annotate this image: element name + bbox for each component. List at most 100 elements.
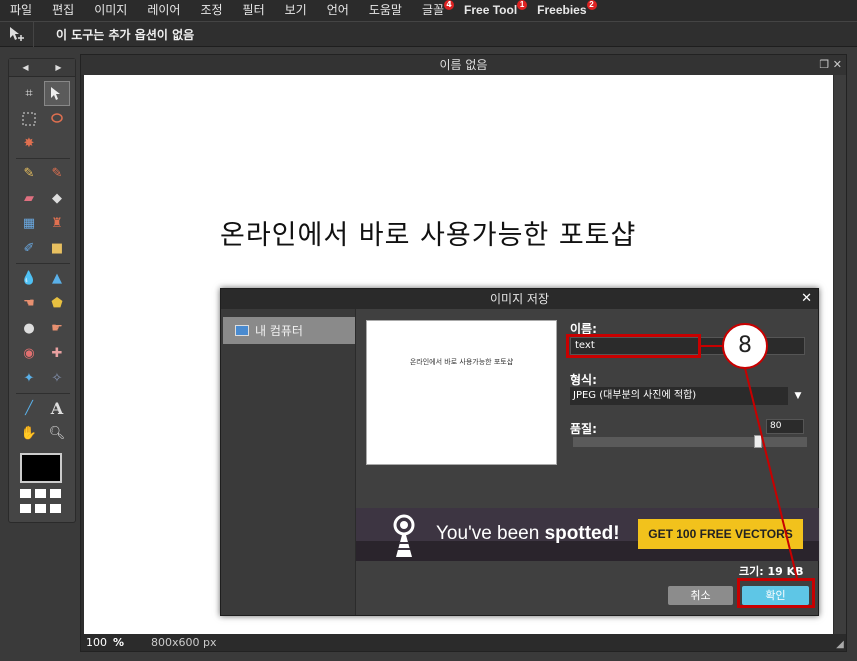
hand-tool-icon[interactable]: ✋ — [16, 421, 42, 446]
dialog-title: 이미지 저장 — [489, 292, 549, 306]
burn-icon[interactable]: ☛ — [44, 316, 70, 341]
type-tool-icon[interactable]: A — [44, 396, 70, 421]
sharpen-icon[interactable]: ▲ — [44, 266, 70, 291]
chevron-down-icon[interactable]: ▼ — [791, 387, 805, 405]
menu-file[interactable]: 파일 — [0, 0, 42, 21]
annotation-highlight-name — [566, 334, 701, 358]
menu-bar: 파일 편집 이미지 레이어 조정 필터 보기 언어 도움말 글꼴 4 Free T… — [0, 0, 857, 21]
grid-view-icon[interactable] — [20, 489, 62, 515]
menu-adjust[interactable]: 조정 — [190, 0, 232, 21]
document-title: 이름 없음 — [439, 58, 488, 72]
move-tool-icon — [0, 21, 34, 47]
ad-cta-button[interactable]: GET 100 FREE VECTORS — [638, 519, 803, 549]
menu-language[interactable]: 언어 — [317, 0, 359, 21]
clone-stamp-icon[interactable]: ♜ — [44, 211, 70, 236]
move-tool-icon[interactable] — [44, 81, 70, 106]
eraser-icon[interactable]: ▰ — [16, 186, 42, 211]
canvas-text-layer: 온라인에서 바로 사용가능한 포토샵 — [220, 220, 637, 251]
ad-banner[interactable]: You've been spotted! GET 100 FREE VECTOR… — [356, 508, 819, 561]
spotted-logo-icon — [393, 514, 415, 557]
close-icon[interactable]: ✕ — [801, 289, 812, 309]
quality-input[interactable]: 80 — [766, 419, 804, 434]
lasso-tool-icon[interactable] — [44, 106, 70, 131]
menu-fonts-label: 글꼴 — [421, 3, 445, 17]
ad-headline-plain: You've been — [436, 523, 545, 544]
menu-filter[interactable]: 필터 — [233, 0, 275, 21]
options-message: 이 도구는 추가 옵션이 없음 — [56, 27, 195, 42]
ad-headline: You've been spotted! — [436, 523, 620, 545]
foreground-color-swatch[interactable] — [20, 453, 62, 483]
red-eye-icon[interactable]: ◉ — [16, 341, 42, 366]
window-controls: ❐ ✕ — [819, 55, 842, 75]
menu-view[interactable]: 보기 — [275, 0, 317, 21]
options-bar: 이 도구는 추가 옵션이 없음 — [0, 21, 857, 47]
menu-free-tool[interactable]: Free Tool 1 — [454, 0, 528, 21]
notification-badge: 1 — [517, 0, 528, 10]
zoom-tool-icon[interactable]: 🔍︎ — [44, 421, 70, 446]
menu-freebies-label: Freebies — [537, 3, 587, 17]
color-replace-icon[interactable]: ✐ — [16, 236, 42, 261]
close-icon[interactable]: ✕ — [833, 58, 842, 71]
toolbox-header: ◀ ▶ — [9, 59, 75, 77]
canvas-size-readout: 800x600 px — [151, 636, 217, 649]
dialog-title-bar: 이미지 저장 ✕ — [221, 289, 818, 309]
preview-text: 온라인에서 바로 사용가능한 포토샵 — [409, 358, 514, 366]
computer-icon — [235, 325, 249, 336]
menu-layer[interactable]: 레이어 — [137, 0, 190, 21]
status-bar: 100% 800x600 px ◢ — [81, 634, 846, 651]
cancel-button[interactable]: 취소 — [668, 586, 733, 605]
marquee-tool-icon[interactable] — [16, 106, 42, 131]
location-label: 내 컴퓨터 — [255, 324, 303, 338]
notification-badge: 2 — [586, 0, 597, 10]
tool-grid: ⌗ ✸ ✎ ✎ ▰ ◆ ▦ ♜ ✐ ■ 💧 ▲ ☚ ⬟ ● ☛ ◉ ✚ ✦ ✧ … — [9, 77, 75, 446]
menu-edit[interactable]: 편집 — [42, 0, 84, 21]
menu-fonts[interactable]: 글꼴 4 — [412, 0, 455, 21]
resize-grip-icon[interactable]: ◢ — [834, 639, 846, 651]
notification-badge: 4 — [444, 0, 455, 10]
location-my-computer[interactable]: 내 컴퓨터 — [223, 317, 355, 344]
spot-heal-icon[interactable]: ✚ — [44, 341, 70, 366]
pencil-icon[interactable]: ✎ — [16, 161, 42, 186]
divider — [16, 393, 70, 394]
arrow-left-icon[interactable]: ◀ — [22, 63, 28, 72]
ad-headline-bold: spotted! — [544, 523, 620, 544]
magic-wand-icon[interactable]: ✸ — [16, 131, 42, 156]
arrow-right-icon[interactable]: ▶ — [55, 63, 61, 72]
zoom-field[interactable]: 100% — [81, 636, 141, 649]
quality-slider-thumb[interactable] — [754, 435, 762, 448]
toolbox: ◀ ▶ ⌗ ✸ ✎ ✎ ▰ ◆ ▦ ♜ ✐ ■ 💧 ▲ ☚ ⬟ ● ☛ ◉ ✚ … — [8, 58, 76, 523]
annotation-highlight-ok — [737, 578, 815, 608]
dodge-icon[interactable]: ● — [16, 316, 42, 341]
color-picker-icon[interactable]: ╱ — [16, 396, 42, 421]
bloat-icon[interactable]: ✦ — [16, 366, 42, 391]
save-location-panel: 내 컴퓨터 — [221, 309, 356, 615]
brush-icon[interactable]: ✎ — [44, 161, 70, 186]
paint-bucket-icon[interactable]: ◆ — [44, 186, 70, 211]
menu-free-tool-label: Free Tool — [464, 3, 518, 17]
document-title-bar: 이름 없음 ❐ ✕ — [81, 55, 846, 75]
menu-image[interactable]: 이미지 — [84, 0, 137, 21]
restore-icon[interactable]: ❐ — [819, 58, 829, 71]
format-select[interactable]: JPEG (대부분의 사진에 적합) — [570, 387, 788, 405]
step-number-badge: 8 — [722, 323, 768, 369]
quality-label: 품질: — [570, 422, 597, 436]
blur-icon[interactable]: 💧 — [16, 266, 42, 291]
format-label: 형식: — [570, 373, 597, 387]
sponge-icon[interactable]: ⬟ — [44, 291, 70, 316]
draw-shape-icon[interactable]: ■ — [44, 236, 70, 261]
smudge-icon[interactable]: ☚ — [16, 291, 42, 316]
vertical-scrollbar[interactable] — [834, 75, 846, 635]
empty-slot — [44, 131, 70, 156]
gradient-icon[interactable]: ▦ — [16, 211, 42, 236]
menu-freebies[interactable]: Freebies 2 — [527, 0, 597, 21]
zoom-value: 100 — [86, 636, 107, 649]
menu-help[interactable]: 도움말 — [359, 0, 412, 21]
quality-slider[interactable] — [573, 437, 807, 447]
file-size-readout: 크기: 19 KB — [739, 565, 804, 578]
zoom-unit: % — [113, 636, 125, 649]
pinch-icon[interactable]: ✧ — [44, 366, 70, 391]
image-preview: 온라인에서 바로 사용가능한 포토샵 — [366, 320, 557, 465]
divider — [16, 263, 70, 264]
crop-tool-icon[interactable]: ⌗ — [16, 81, 42, 106]
divider — [16, 158, 70, 159]
